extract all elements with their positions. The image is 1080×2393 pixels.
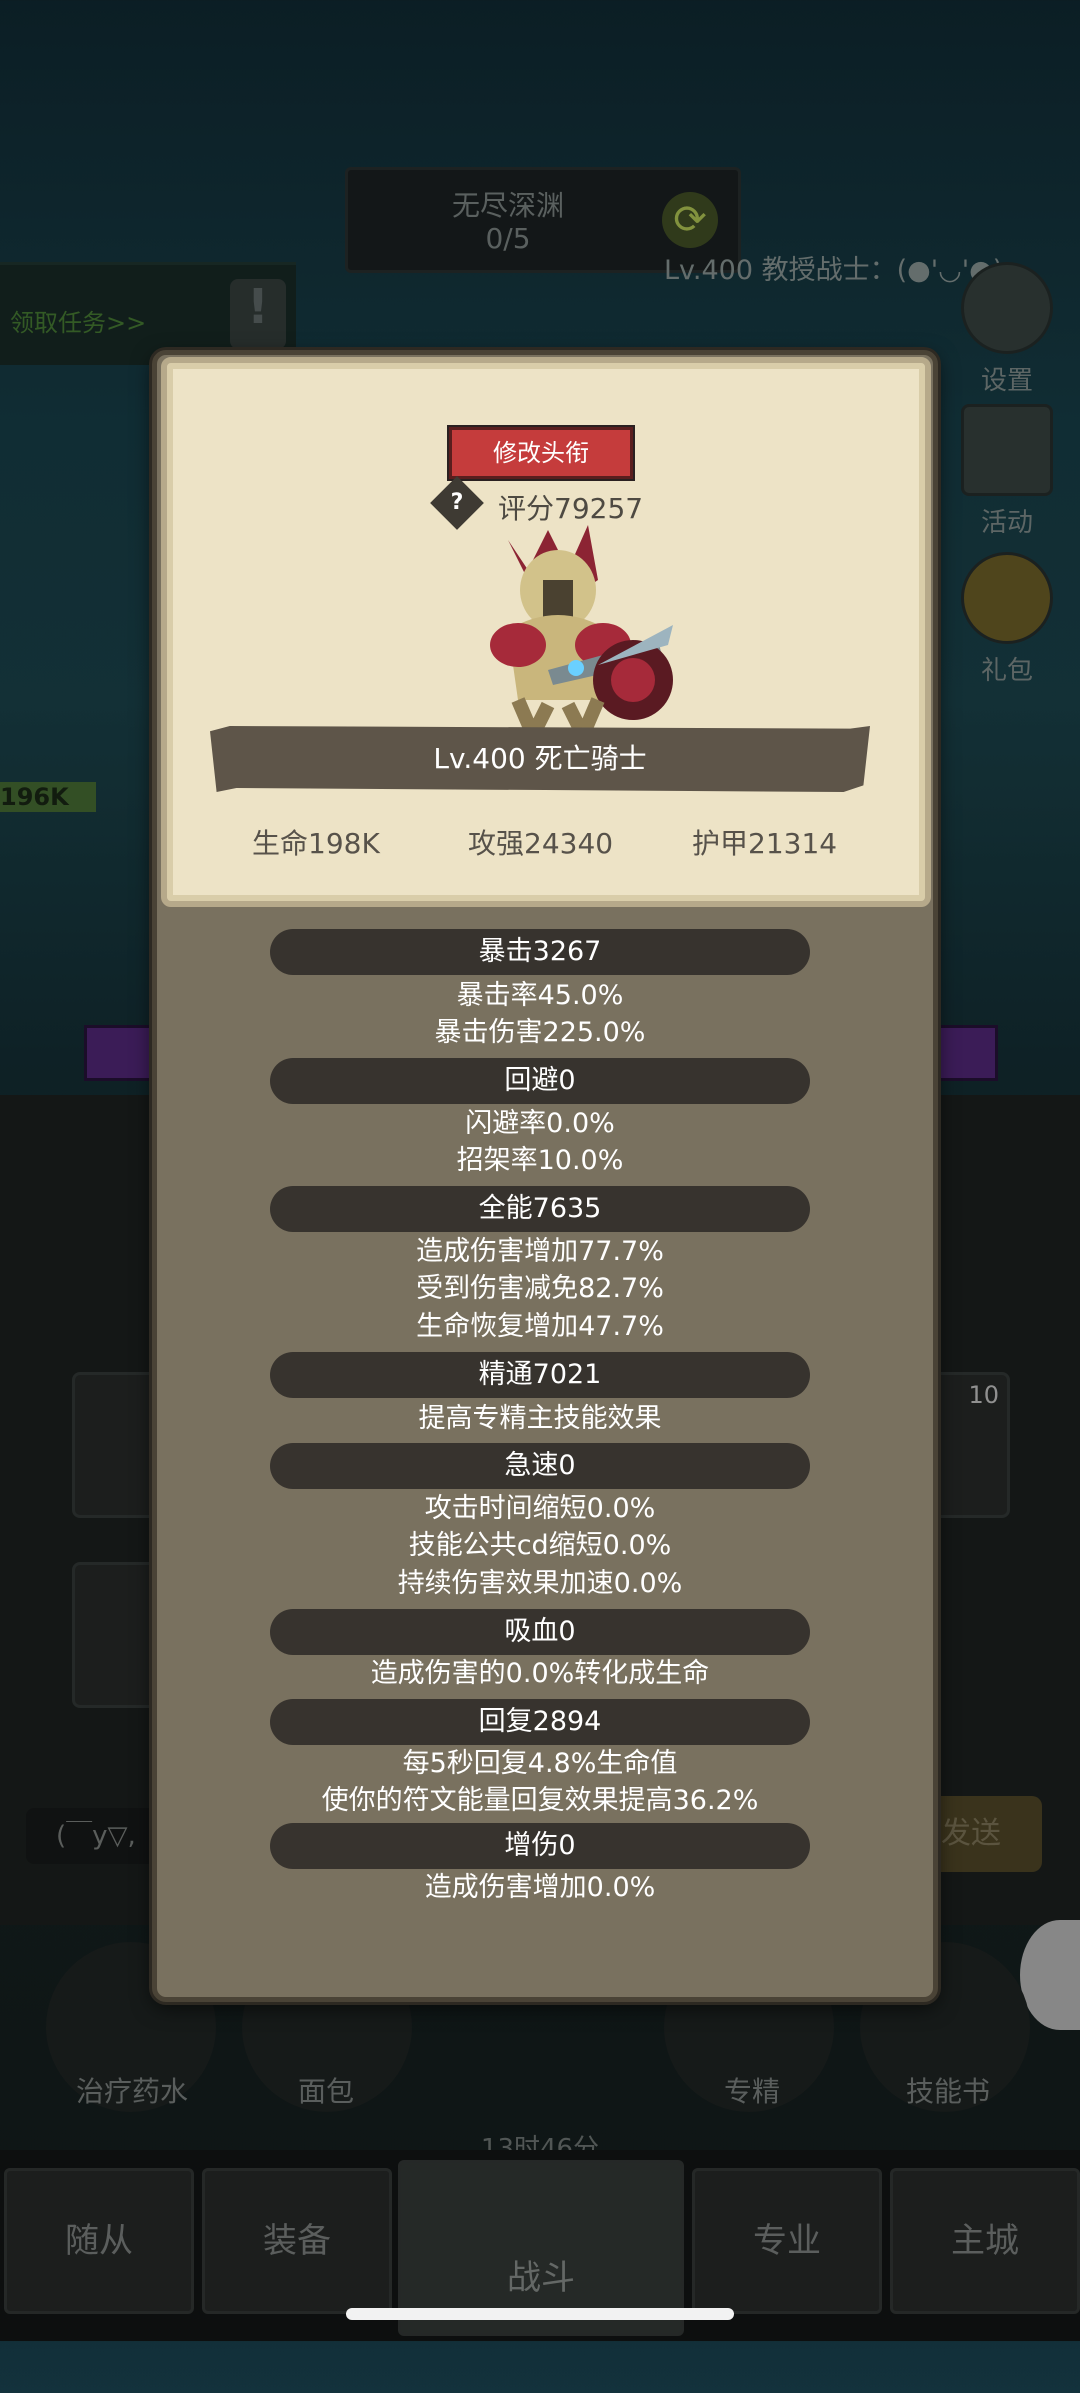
attr-line: 造成伤害的0.0%转化成生命	[370, 1658, 710, 1689]
attr-line: 闪避率0.0%	[465, 1108, 615, 1139]
attr-line: 受到伤害减免82.7%	[416, 1273, 664, 1304]
attr-header-versatility: 全能7635	[270, 1186, 810, 1232]
attr-line: 持续伤害效果加速0.0%	[397, 1568, 683, 1599]
attr-line: 造成伤害增加0.0%	[424, 1872, 656, 1903]
attr-line: 使你的符文能量回复效果提高36.2%	[321, 1785, 759, 1816]
attr-line: 招架率10.0%	[456, 1145, 624, 1176]
character-name: Lv.400 死亡骑士	[433, 742, 647, 775]
attr-line: 生命恢复增加47.7%	[416, 1311, 664, 1342]
attr-line: 造成伤害增加77.7%	[416, 1236, 664, 1267]
home-indicator[interactable]	[346, 2308, 734, 2320]
attr-line: 每5秒回复4.8%生命值	[402, 1748, 678, 1779]
attr-line: 暴击伤害225.0%	[434, 1017, 646, 1048]
attr-line: 攻击时间缩短0.0%	[424, 1493, 656, 1524]
attr-header-dodge: 回避0	[270, 1058, 810, 1104]
attr-header-regen: 回复2894	[270, 1699, 810, 1745]
attr-line: 技能公共cd缩短0.0%	[408, 1530, 672, 1561]
attr-header-lifesteal: 吸血0	[270, 1609, 810, 1655]
edit-title-button[interactable]: 修改头衔	[447, 425, 635, 481]
character-name-banner: Lv.400 死亡骑士	[210, 726, 870, 792]
attr-line: 提高专精主技能效果	[418, 1403, 662, 1434]
attr-header-damage-bonus: 增伤0	[270, 1823, 810, 1869]
attr-line: 暴击率45.0%	[456, 980, 624, 1011]
stat-armor: 护甲21314	[692, 827, 838, 860]
attr-header-haste: 急速0	[270, 1443, 810, 1489]
stat-hp: 生命198K	[252, 827, 380, 860]
stat-attack: 攻强24340	[468, 827, 614, 860]
attr-header-crit: 暴击3267	[270, 929, 810, 975]
attr-header-mastery: 精通7021	[270, 1352, 810, 1398]
character-portrait	[490, 525, 673, 742]
